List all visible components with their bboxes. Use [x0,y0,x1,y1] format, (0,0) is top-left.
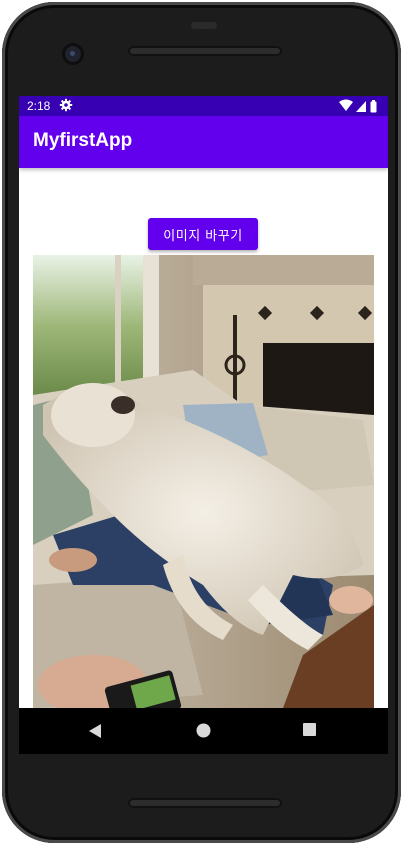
signal-icon [356,101,366,112]
battery-icon [370,100,377,113]
app-bar: MyfirstApp [19,116,388,168]
home-icon[interactable] [196,723,211,738]
back-icon[interactable] [88,723,102,739]
dog-photo [33,255,374,708]
phone-screen: 2:18 MyfirstApp 이미지 바꾸기 [19,96,388,708]
settings-icon [59,98,73,112]
navigation-bar [19,708,388,754]
proximity-sensor [191,22,217,29]
top-speaker [128,46,282,56]
status-bar: 2:18 [19,96,388,116]
dog-photo-image [33,255,374,708]
bottom-speaker [128,798,282,808]
status-icons [339,99,377,113]
recents-icon[interactable] [303,723,316,736]
front-camera [65,46,81,62]
status-time: 2:18 [27,99,51,113]
wifi-icon [339,99,353,111]
app-title: MyfirstApp [33,130,133,151]
change-image-button[interactable]: 이미지 바꾸기 [148,218,258,250]
